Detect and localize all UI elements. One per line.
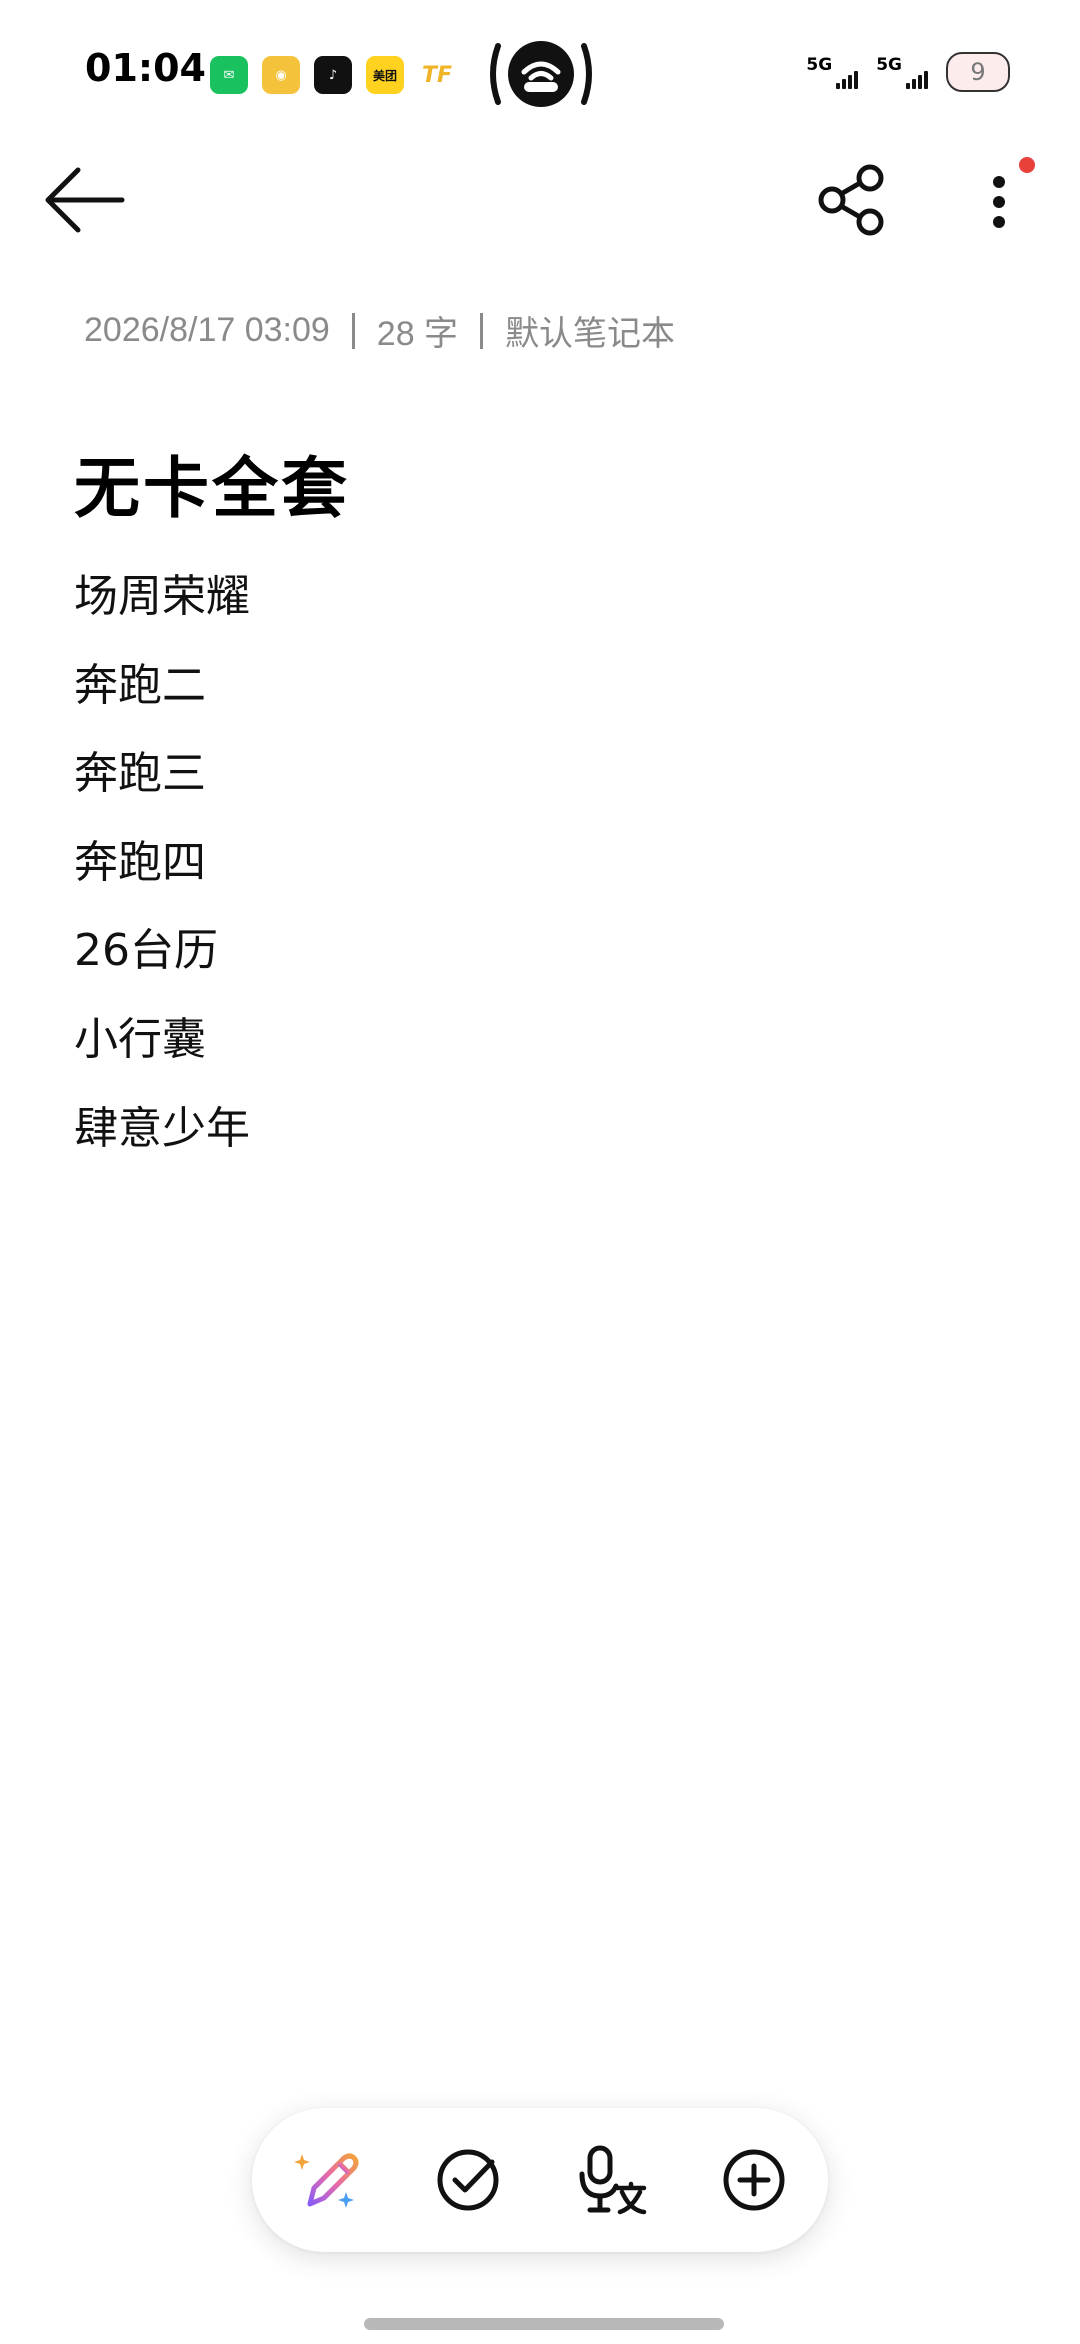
wechat-icon: ✉ <box>210 56 248 94</box>
note-line[interactable]: 场周荣耀 <box>74 553 250 642</box>
note-line[interactable]: 肆意少年 <box>74 1085 250 1174</box>
add-icon[interactable] <box>714 2140 794 2220</box>
signal-indicators: 5G 5G 9 <box>806 52 1010 92</box>
meituan-icon: 美团 <box>366 56 404 94</box>
ai-writing-pen-icon[interactable] <box>292 2140 372 2220</box>
meta-divider <box>351 312 355 349</box>
note-notebook-name[interactable]: 默认笔记本 <box>505 306 675 355</box>
status-bar: 01:04 ✉ ◉ ♪ 美团 TF 5G 5G 9 <box>0 0 1080 130</box>
network-type-2: 5G <box>876 55 902 75</box>
share-icon[interactable] <box>812 160 892 240</box>
hotspot-icon <box>490 41 592 107</box>
home-indicator[interactable] <box>364 2318 724 2330</box>
signal-sim1-icon: 5G <box>806 55 859 89</box>
network-type-1: 5G <box>806 55 833 75</box>
note-body[interactable]: 场周荣耀 奔跑二 奔跑三 奔跑四 26台历 小行囊 肆意少年 <box>74 553 250 1173</box>
note-line[interactable]: 26台历 <box>74 907 250 996</box>
signal-sim2-icon: 5G <box>876 55 928 89</box>
battery-icon: 9 <box>946 52 1010 92</box>
tf-icon: TF <box>421 62 453 88</box>
tiktok-icon: ♪ <box>314 56 352 94</box>
bottom-toolbar <box>252 2108 828 2252</box>
note-line[interactable]: 奔跑三 <box>74 730 250 819</box>
status-time: 01:04 <box>85 46 206 90</box>
notification-dot <box>1019 157 1035 173</box>
note-line[interactable]: 小行囊 <box>74 996 250 1085</box>
note-word-count: 28 字 <box>376 315 459 353</box>
checklist-icon[interactable] <box>428 2140 508 2220</box>
note-line[interactable]: 奔跑四 <box>74 819 250 908</box>
note-timestamp: 2026/8/17 03:09 <box>84 311 330 349</box>
back-arrow-icon[interactable] <box>40 162 130 238</box>
weibo-icon: ◉ <box>262 56 300 94</box>
meta-divider <box>480 312 484 349</box>
voice-transcribe-icon[interactable] <box>572 2140 652 2220</box>
note-line[interactable]: 奔跑二 <box>74 642 250 731</box>
note-title[interactable]: 无卡全套 <box>74 435 350 531</box>
note-meta: 2026/8/17 03:09 28 字 默认笔记本 <box>84 306 675 355</box>
top-app-bar <box>0 150 1080 250</box>
notification-icons: ✉ ◉ ♪ 美团 TF <box>210 56 456 94</box>
